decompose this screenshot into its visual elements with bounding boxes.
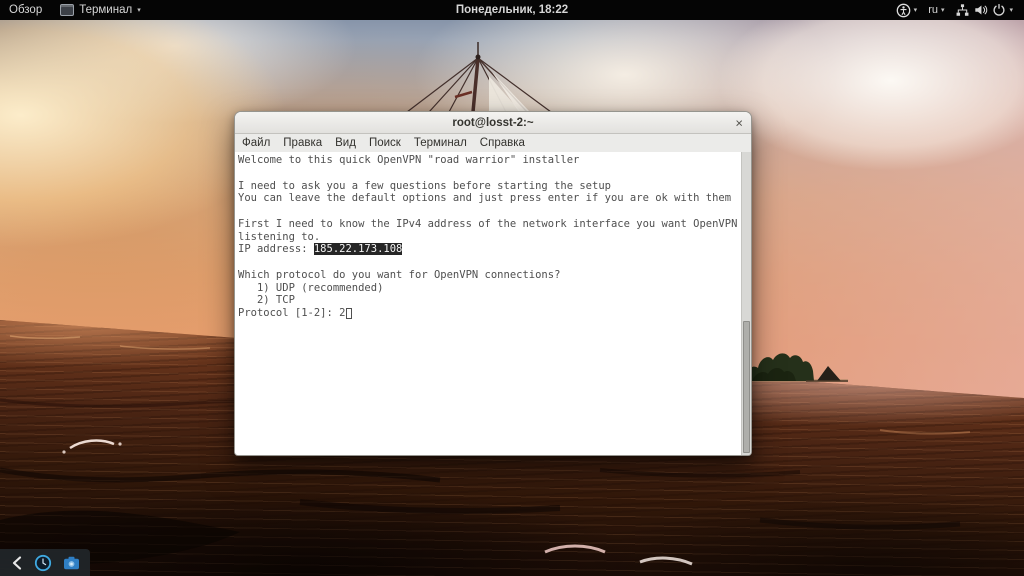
menu-item[interactable]: Терминал — [414, 137, 467, 149]
scrollbar-thumb[interactable] — [743, 321, 750, 453]
chevron-down-icon: ▾ — [137, 6, 141, 14]
terminal-line: Which protocol do you want for OpenVPN c… — [238, 269, 740, 282]
menu-item[interactable]: Вид — [335, 137, 356, 149]
window-titlebar[interactable]: root@losst-2:~ × — [235, 112, 751, 134]
terminal-text: 2) TCP — [238, 294, 295, 307]
camera-icon[interactable] — [63, 556, 80, 570]
clock-label[interactable]: Понедельник, 18:22 — [456, 4, 568, 16]
top-bar-center: Понедельник, 18:22 — [456, 0, 568, 20]
menu-item[interactable]: Правка — [283, 137, 322, 149]
chevron-down-icon: ▾ — [940, 6, 945, 14]
terminal-content[interactable]: Welcome to this quick OpenVPN "road warr… — [235, 152, 751, 455]
terminal-text: 1) UDP (recommended) — [238, 281, 384, 294]
terminal-window: root@losst-2:~ × Файл Правка Вид Поиск Терми… — [234, 111, 752, 456]
accessibility-menu[interactable]: ▾ — [892, 0, 922, 20]
scrollbar[interactable] — [741, 152, 751, 455]
menu-item[interactable]: Справка — [480, 137, 525, 149]
close-button[interactable]: × — [735, 116, 743, 129]
terminal-text: listening to. — [238, 230, 321, 243]
terminal-text: Welcome to this quick OpenVPN "road warr… — [238, 154, 580, 166]
terminal-text: Protocol [1-2]: 2 — [238, 307, 346, 319]
clock-app-icon[interactable] — [34, 554, 52, 572]
terminal-menubar: Файл Правка Вид Поиск Терминал Справка — [235, 134, 751, 152]
network-wired-icon — [957, 4, 969, 16]
terminal-line: You can leave the default options and ju… — [238, 192, 740, 205]
window-title: root@losst-2:~ — [452, 116, 534, 129]
terminal-line: 1) UDP (recommended) — [238, 282, 740, 295]
keyboard-layout-label: ru — [928, 4, 938, 16]
terminal-text: I need to ask you a few questions before… — [238, 179, 611, 192]
terminal-line: Protocol [1-2]: 2 — [238, 307, 740, 320]
menu-item[interactable]: Поиск — [369, 137, 401, 149]
terminal-line: I need to ask you a few questions before… — [238, 180, 740, 193]
activities-button[interactable]: Обзор — [0, 0, 51, 20]
focused-app-menu[interactable]: Терминал ▾ — [51, 0, 149, 20]
power-icon — [993, 4, 1006, 16]
terminal-line: listening to. — [238, 231, 740, 244]
chevron-left-icon[interactable] — [10, 555, 24, 571]
terminal-output: Welcome to this quick OpenVPN "road warr… — [238, 154, 740, 320]
selected-text: 185.22.173.108 — [313, 243, 403, 256]
system-status-area[interactable]: ▾ — [951, 0, 1017, 20]
top-bar: Обзор Терминал ▾ Понедельник, 18:22 ▾ ru… — [0, 0, 1024, 20]
top-bar-right: ▾ ru ▾ ▾ — [892, 0, 1024, 20]
terminal-line: First I need to know the IPv4 address of… — [238, 218, 740, 231]
keyboard-layout-menu[interactable]: ru ▾ — [924, 0, 948, 20]
terminal-line: IP address: 185.22.173.108 — [238, 243, 740, 256]
terminal-line: 2) TCP — [238, 294, 740, 307]
terminal-text: Which protocol do you want for OpenVPN c… — [238, 268, 561, 281]
terminal-line: Welcome to this quick OpenVPN "road warr… — [238, 154, 740, 167]
menu-item[interactable]: Файл — [242, 137, 270, 149]
terminal-text: You can leave the default options and ju… — [238, 192, 732, 205]
chevron-down-icon: ▾ — [1009, 6, 1013, 14]
terminal-cursor — [346, 308, 353, 319]
terminal-app-icon — [60, 4, 75, 16]
top-bar-left: Обзор Терминал ▾ — [0, 0, 150, 20]
accessibility-icon — [896, 3, 911, 17]
terminal-text: IP address: — [238, 243, 314, 256]
focused-app-name: Терминал — [79, 4, 133, 16]
bottom-left-toolbar — [0, 549, 90, 576]
chevron-down-icon: ▾ — [913, 6, 918, 14]
volume-icon — [975, 5, 988, 15]
terminal-text: First I need to know the IPv4 address of… — [238, 217, 738, 230]
